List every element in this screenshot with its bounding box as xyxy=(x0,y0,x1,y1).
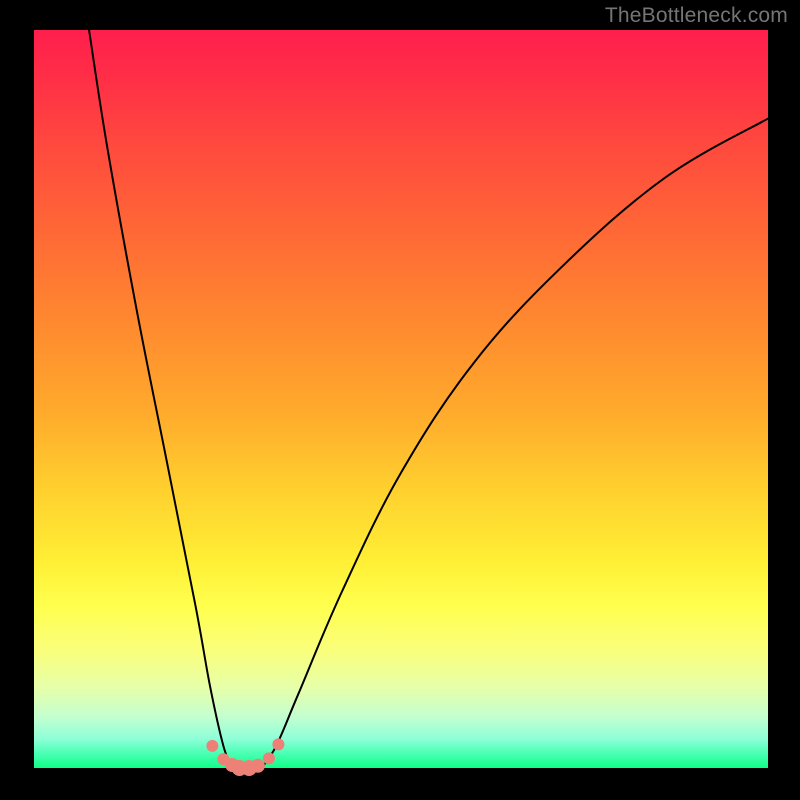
trough-marker xyxy=(206,740,218,752)
curve-left-branch xyxy=(89,30,232,768)
trough-marker xyxy=(263,752,275,764)
trough-marker xyxy=(272,738,284,750)
curve-right-branch xyxy=(262,119,768,768)
trough-marker xyxy=(251,759,265,773)
chart-root: TheBottleneck.com xyxy=(0,0,800,800)
bottleneck-curve xyxy=(89,30,768,768)
watermark-text: TheBottleneck.com xyxy=(605,4,788,28)
curve-layer xyxy=(34,30,768,768)
plot-area xyxy=(34,30,768,768)
trough-markers xyxy=(206,738,284,776)
